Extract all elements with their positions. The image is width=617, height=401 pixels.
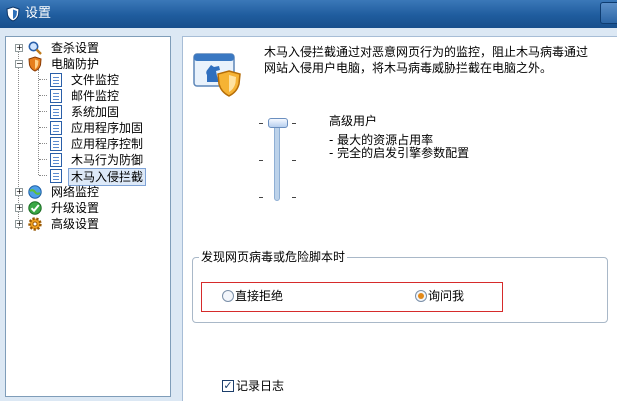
group-title: 发现网页病毒或危险脚本时: [199, 249, 348, 265]
tree-item-trojan-behavior-defense[interactable]: 木马行为防御: [6, 152, 166, 168]
tree-item-label: 高级设置: [51, 217, 100, 231]
slider-tick: [292, 123, 296, 124]
tree-item-label: 木马行为防御: [71, 153, 144, 167]
tree-item-system-hardening[interactable]: 系统加固: [6, 104, 166, 120]
slider-tick: [259, 160, 263, 161]
trojan-shield-icon: [193, 53, 241, 97]
log-checkbox-label[interactable]: 记录日志: [236, 379, 284, 393]
tree-item-label: 文件监控: [71, 73, 120, 87]
document-icon: [50, 89, 62, 103]
network-icon: [28, 185, 42, 199]
tree-item-pc-protection[interactable]: − 电脑防护: [6, 56, 166, 72]
slider-tick: [292, 160, 296, 161]
slider-tick: [292, 197, 296, 198]
tree-item-label: 系统加固: [71, 105, 120, 119]
malicious-script-action-group: 发现网页病毒或危险脚本时 直接拒绝 询问我: [192, 249, 608, 323]
slider-thumb[interactable]: [268, 118, 288, 128]
tree-item-network-monitor[interactable]: + 网络监控: [6, 184, 166, 200]
slider-tick: [259, 123, 263, 124]
window-control-button[interactable]: [600, 2, 617, 24]
slider-track[interactable]: [274, 119, 280, 201]
shield-icon: [28, 56, 42, 72]
document-icon: [50, 121, 62, 135]
tree-item-label: 应用程序控制: [71, 137, 144, 151]
tree-item-upgrade-settings[interactable]: + 升级设置: [6, 200, 166, 216]
gear-icon: [28, 217, 42, 231]
slider-tick: [259, 197, 263, 198]
tree-item-trojan-intrusion-block[interactable]: 木马入侵拦截: [6, 168, 166, 186]
protection-level-title: 高级用户: [329, 114, 378, 128]
upgrade-icon: [28, 201, 42, 215]
window-title: 设置: [25, 6, 52, 21]
tree-item-app-hardening[interactable]: 应用程序加固: [6, 120, 166, 136]
feature-description: 木马入侵拦截通过对恶意网页行为的监控，阻止木马病毒通过网站入侵用户电脑，将木马病…: [264, 45, 589, 75]
reject-radio[interactable]: [222, 290, 234, 302]
document-icon: [50, 105, 62, 119]
document-icon: [50, 153, 62, 167]
tree-item-label: 网络监控: [51, 185, 100, 199]
app-shield-icon: [6, 6, 20, 22]
protection-level-detail: - 完全的启发引擎参数配置: [329, 146, 470, 160]
protection-level-slider[interactable]: [259, 115, 299, 205]
tree-item-file-monitor[interactable]: 文件监控: [6, 72, 166, 88]
tree-item-label: 电脑防护: [51, 57, 100, 71]
document-icon: [50, 73, 62, 87]
ask-me-radio[interactable]: [415, 290, 427, 302]
collapse-toggle[interactable]: −: [15, 60, 23, 68]
settings-tree: + 查杀设置 − 电脑防护 文件监控 邮件监控 系统加固 应用程序加固 应用程序…: [5, 36, 171, 397]
expand-toggle[interactable]: +: [15, 44, 23, 52]
tree-item-mail-monitor[interactable]: 邮件监控: [6, 88, 166, 104]
ask-me-option-label[interactable]: 询问我: [428, 289, 464, 303]
tree-item-scan-settings[interactable]: + 查杀设置: [6, 40, 166, 56]
reject-option-label[interactable]: 直接拒绝: [235, 289, 283, 303]
log-checkbox[interactable]: ✓: [222, 380, 234, 392]
expand-toggle[interactable]: +: [15, 204, 23, 212]
tree-item-label: 邮件监控: [71, 89, 120, 103]
settings-content: 木马入侵拦截通过对恶意网页行为的监控，阻止木马病毒通过网站入侵用户电脑，将木马病…: [182, 36, 617, 401]
tree-item-label: 查杀设置: [51, 41, 100, 55]
title-bar: 设置: [0, 0, 617, 28]
magnifier-icon: [28, 41, 42, 55]
tree-item-label: 应用程序加固: [71, 121, 144, 135]
expand-toggle[interactable]: +: [15, 220, 23, 228]
expand-toggle[interactable]: +: [15, 188, 23, 196]
document-icon: [50, 169, 62, 183]
tree-item-app-control[interactable]: 应用程序控制: [6, 136, 166, 152]
tree-item-label: 升级设置: [51, 201, 100, 215]
tree-item-advanced-settings[interactable]: + 高级设置: [6, 216, 166, 232]
document-icon: [50, 137, 62, 151]
